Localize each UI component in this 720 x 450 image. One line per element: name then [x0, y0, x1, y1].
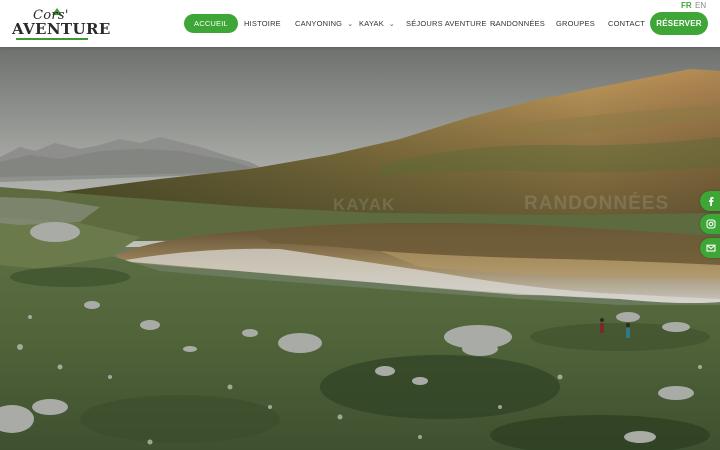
hero-kayak-label: KAYAK — [333, 195, 396, 214]
logo-main-text: AVENTURE — [12, 20, 111, 38]
nav-item-randonnees[interactable]: RANDONNÉES — [490, 16, 545, 32]
nav-item-accueil[interactable]: ACCUEIL — [184, 14, 238, 33]
hero-banner: KAYAK RANDONNÉES — [0, 47, 720, 450]
nav-item-sejours-aventure[interactable]: SÉJOURS AVENTURE ⌄ — [406, 16, 498, 32]
site-header: Cors' AVENTURE ACCUEIL HISTOIRE CANYONIN… — [0, 0, 720, 47]
email-icon — [706, 244, 716, 252]
instagram-button[interactable] — [700, 214, 720, 234]
logo[interactable]: Cors' AVENTURE — [12, 7, 110, 40]
instagram-icon — [706, 219, 716, 229]
nav-item-canyoning[interactable]: CANYONING ⌄ — [295, 16, 353, 32]
hero-randonnees-label: RANDONNÉES — [524, 193, 670, 214]
email-button[interactable] — [700, 238, 720, 258]
nav-item-label: RANDONNÉES — [490, 19, 545, 28]
nav-item-histoire[interactable]: HISTOIRE — [244, 16, 281, 32]
nav-item-label: CONTACT — [608, 19, 646, 28]
chevron-down-icon: ⌄ — [347, 21, 354, 28]
nav-item-label: KAYAK — [359, 19, 384, 28]
lang-en-link[interactable]: EN — [695, 1, 706, 11]
nav-item-contact[interactable]: CONTACT — [608, 16, 645, 32]
nav-item-groupes[interactable]: GROUPES — [556, 16, 595, 32]
nav-item-label: HISTOIRE — [244, 19, 281, 28]
chevron-down-icon: ⌄ — [388, 21, 395, 28]
hero-landscape-image — [0, 47, 720, 450]
facebook-button[interactable] — [700, 191, 720, 211]
nav-item-kayak[interactable]: KAYAK ⌄ — [359, 16, 395, 32]
nav-item-label: ACCUEIL — [194, 19, 228, 28]
lang-fr-link[interactable]: FR — [681, 1, 692, 11]
nav-item-label: CANYONING — [295, 19, 343, 28]
facebook-icon — [709, 197, 714, 206]
nav-item-label: GROUPES — [556, 19, 595, 28]
logo-underline — [16, 38, 88, 40]
reserve-button[interactable]: RÉSERVER — [650, 12, 708, 35]
nav-item-label: SÉJOURS AVENTURE — [406, 19, 487, 28]
